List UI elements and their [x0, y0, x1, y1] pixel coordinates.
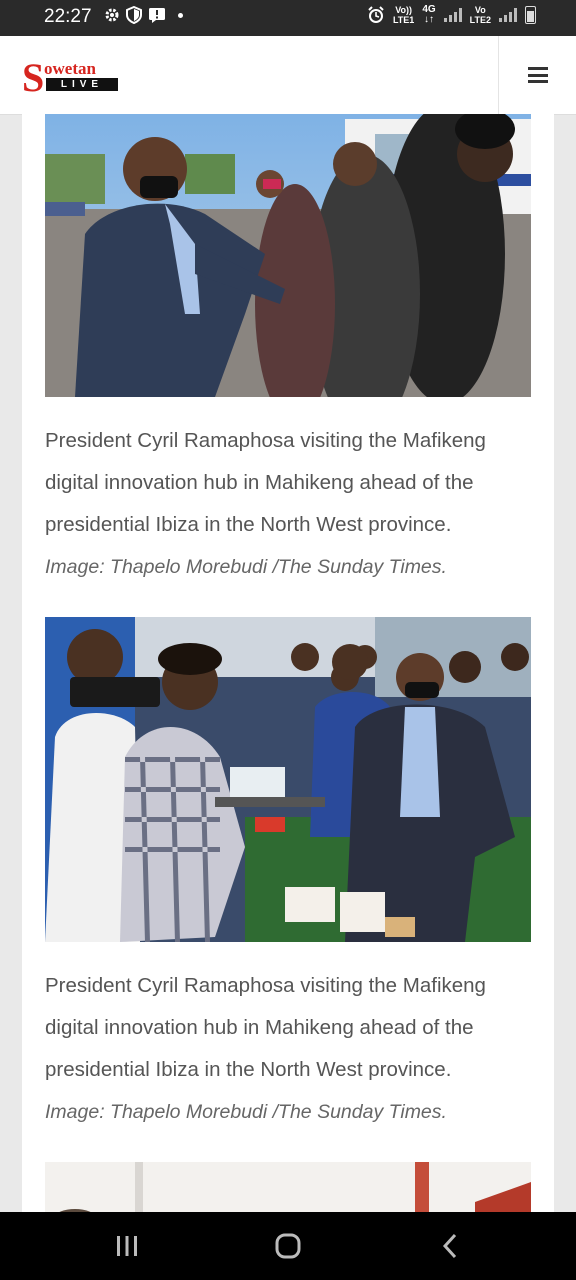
status-time: 22:27 [44, 6, 92, 27]
net1-bottom: LTE1 [392, 15, 415, 25]
signal-strength-1-icon [443, 8, 462, 22]
recent-apps-icon [117, 1236, 137, 1256]
status-left-icons [104, 6, 183, 24]
photo-partial-next-image [45, 1162, 531, 1212]
photo-ramaphosa-3d-printing-demo [45, 617, 531, 942]
battery-icon [525, 6, 536, 24]
gallery-caption-2: President Cyril Ramaphosa visiting the M… [45, 974, 486, 1081]
sowetan-live-logo[interactable]: S owetan LIVE [22, 58, 122, 98]
home-icon [275, 1233, 301, 1259]
recent-apps-button[interactable] [107, 1232, 147, 1260]
status-right-icons: Vo)) LTE1 4G ↓↑ Vo LTE2 [367, 5, 536, 25]
gallery-photo-3[interactable] [45, 1162, 531, 1212]
gallery-credit-1: Image: Thapelo Morebudi /The Sunday Time… [45, 556, 447, 578]
net-type-bottom: ↓↑ [423, 14, 434, 25]
network-lte1-label: Vo)) LTE1 [393, 5, 414, 25]
network-lte2-label: Vo LTE2 [470, 5, 491, 25]
article-gallery: President Cyril Ramaphosa visiting the M… [22, 114, 554, 1212]
net2-bottom: LTE2 [469, 15, 491, 25]
alarm-icon [368, 6, 384, 23]
status-bar: 22:27 Vo)) LTE1 4G ↓↑ Vo LTE2 [0, 0, 576, 36]
back-icon [442, 1233, 457, 1259]
net2-top: Vo [474, 5, 486, 15]
logo-word: owetan [44, 59, 96, 78]
gallery-credit-2: Image: Thapelo Morebudi /The Sunday Time… [45, 1101, 447, 1123]
hamburger-menu-icon[interactable] [528, 67, 548, 83]
header-divider [498, 36, 499, 114]
net1-top: Vo)) [395, 5, 413, 15]
signal-strength-2-icon [499, 8, 517, 22]
shield-icon [126, 6, 142, 24]
logo-live-badge: LIVE [46, 78, 118, 91]
gallery-photo-2[interactable] [45, 617, 531, 942]
back-button[interactable] [430, 1232, 470, 1260]
gallery-photo-1[interactable] [45, 114, 531, 397]
app-header: S owetan LIVE [0, 36, 576, 115]
gallery-caption-1: President Cyril Ramaphosa visiting the M… [45, 429, 486, 536]
system-navigation-bar [0, 1212, 576, 1280]
message-alert-icon [149, 8, 165, 23]
home-button[interactable] [268, 1232, 308, 1260]
notification-dot-icon [178, 12, 183, 18]
photo-ramaphosa-elbow-greeting [45, 114, 531, 397]
logo-letter-s: S [22, 55, 45, 100]
gear-icon [105, 8, 119, 22]
network-type-label: 4G ↓↑ [422, 5, 435, 25]
